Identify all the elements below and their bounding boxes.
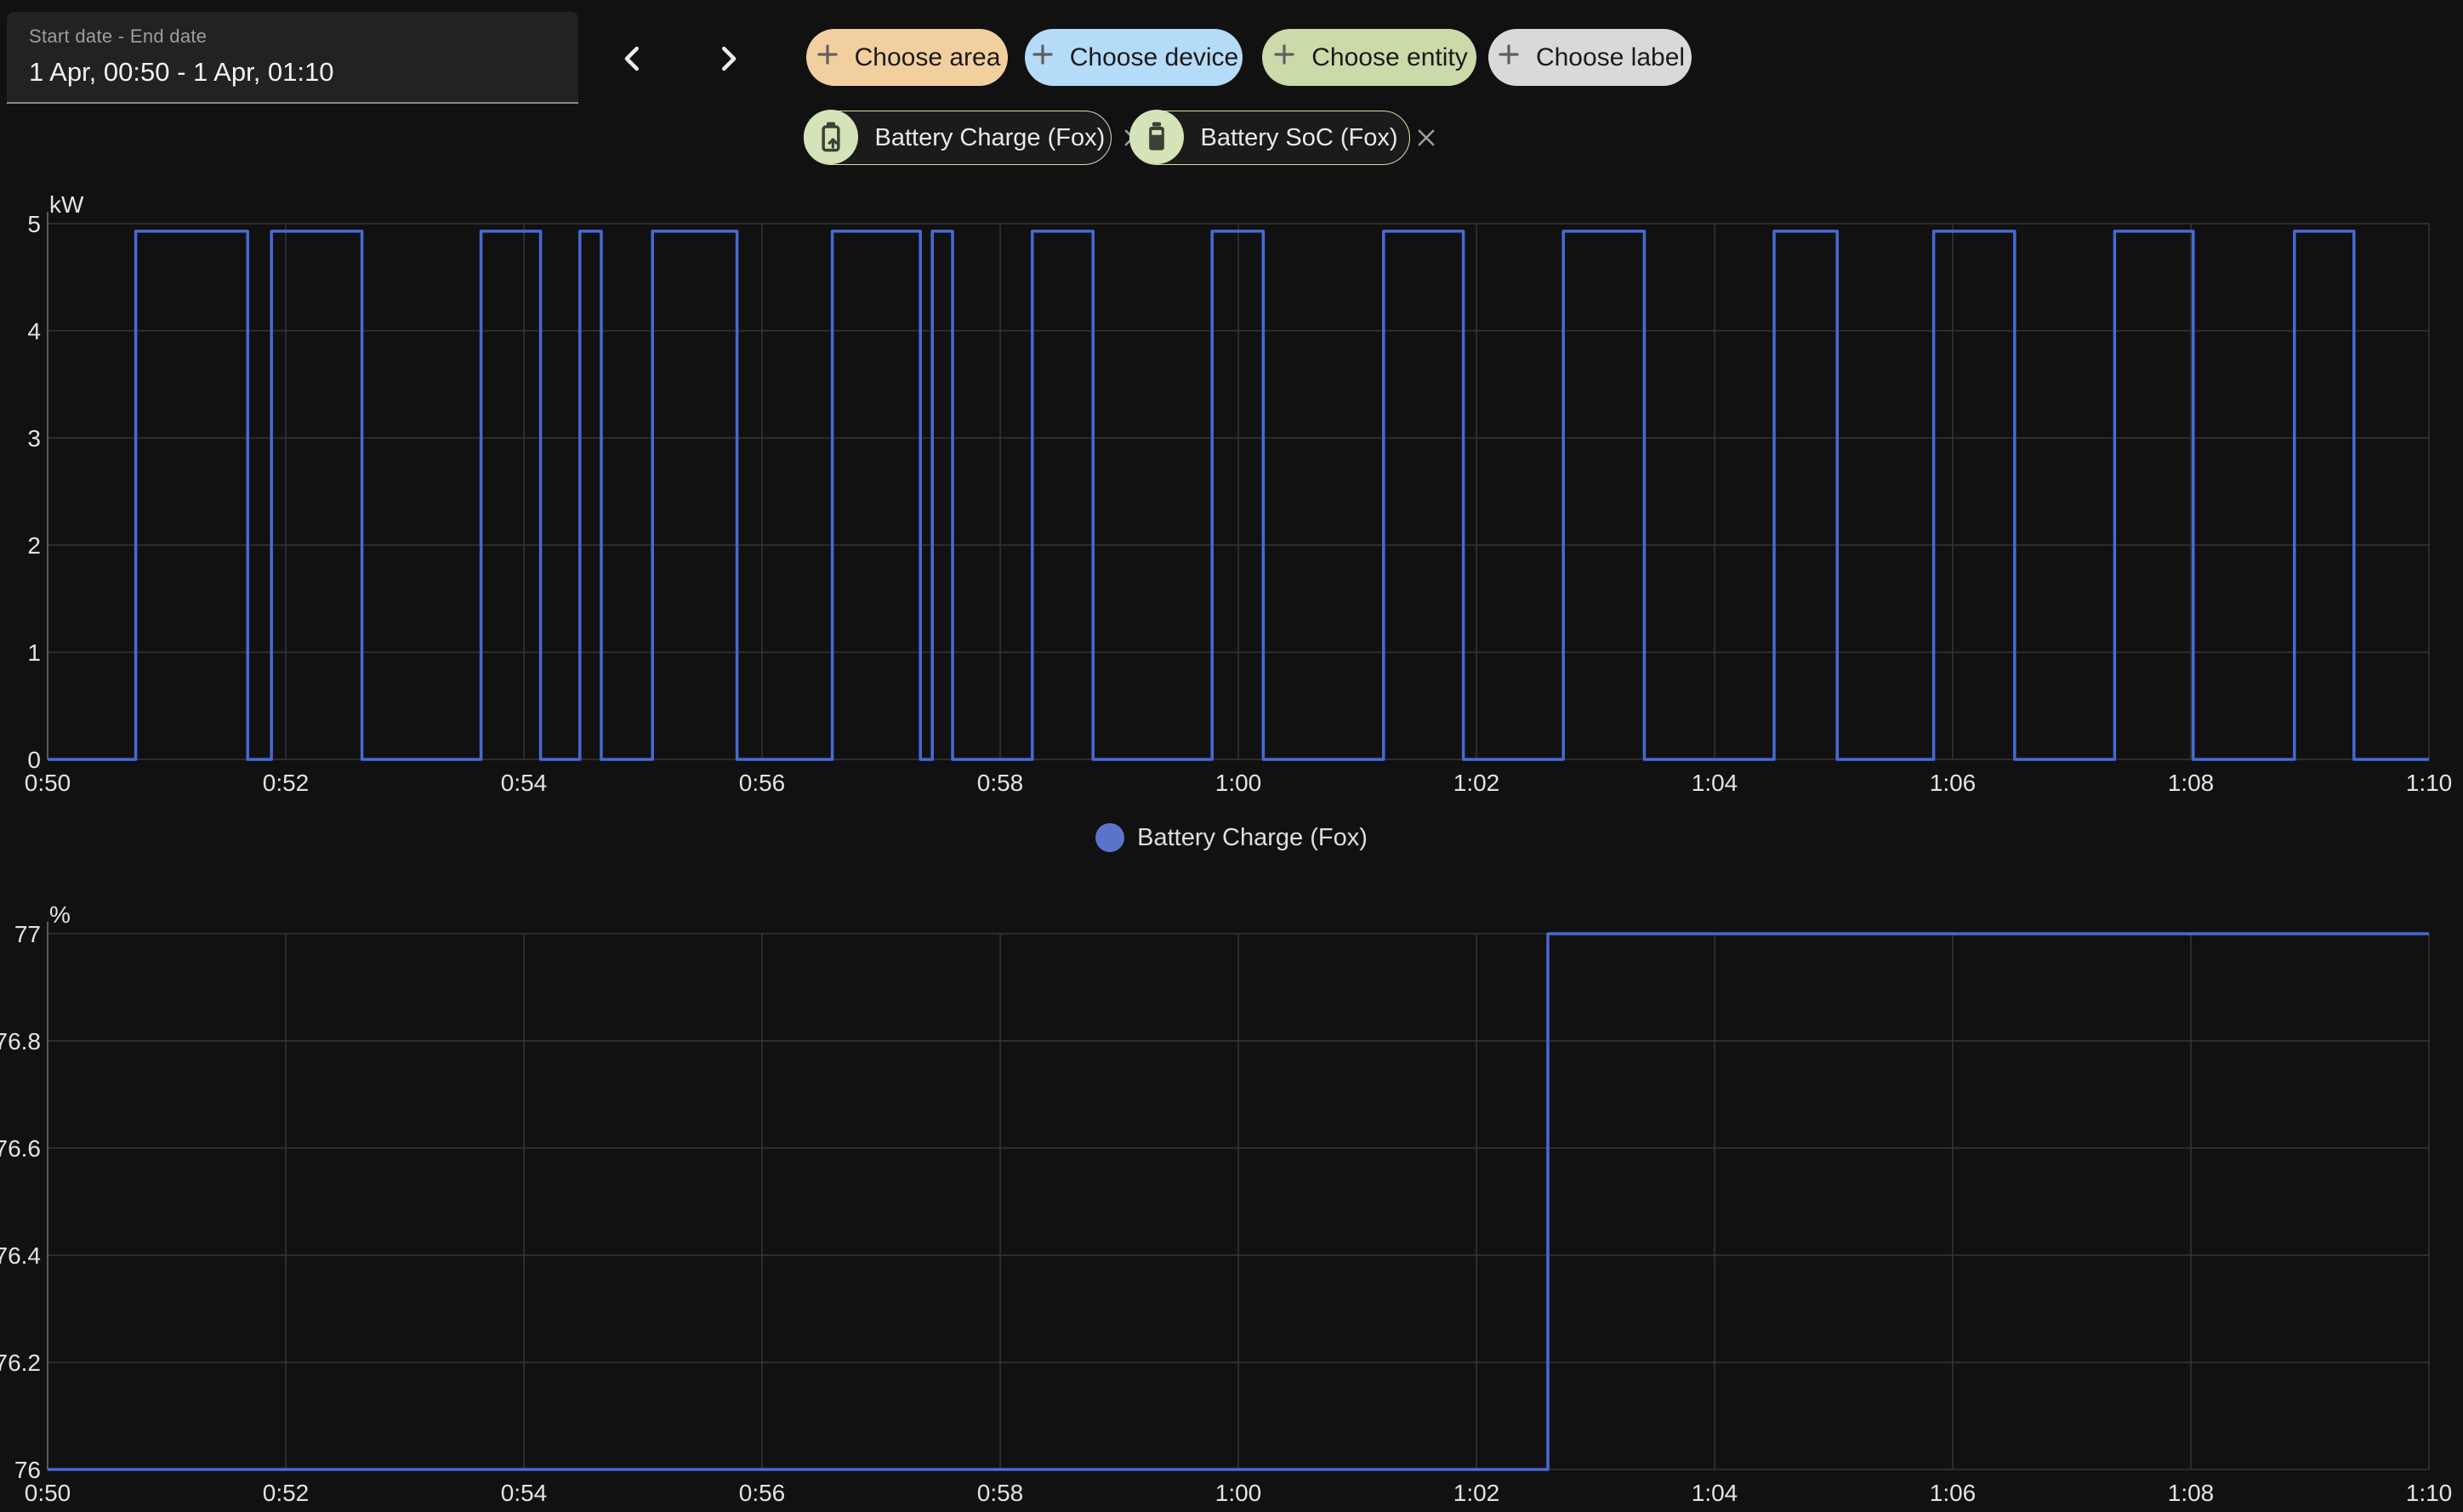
svg-text:%: % xyxy=(49,901,71,928)
battery-soc-chart[interactable]: 7676.276.476.676.8770:500:520:540:560:58… xyxy=(0,884,2463,1512)
entity-chip-battery-soc[interactable]: Battery SoC (Fox) xyxy=(1129,111,1410,165)
svg-text:1:04: 1:04 xyxy=(1692,770,1738,796)
svg-text:0:58: 0:58 xyxy=(977,1480,1024,1506)
prev-period-button[interactable] xyxy=(606,32,660,87)
choose-label-label: Choose label xyxy=(1536,43,1685,72)
svg-text:1:02: 1:02 xyxy=(1453,770,1500,796)
battery-charge-chart[interactable]: 0123450:500:520:540:560:581:001:021:041:… xyxy=(0,174,2463,808)
next-period-button[interactable] xyxy=(701,32,755,87)
battery-icon xyxy=(1129,110,1184,164)
svg-text:76.8: 76.8 xyxy=(0,1028,41,1054)
svg-text:76.2: 76.2 xyxy=(0,1350,41,1376)
date-range-field[interactable]: Start date - End date 1 Apr, 00:50 - 1 A… xyxy=(7,12,578,104)
legend-label: Battery Charge (Fox) xyxy=(1137,824,1368,852)
svg-text:1:06: 1:06 xyxy=(1930,1480,1977,1506)
svg-text:0:54: 0:54 xyxy=(501,770,548,796)
svg-text:2: 2 xyxy=(27,532,41,559)
svg-text:0:56: 0:56 xyxy=(739,770,786,796)
chevron-right-icon xyxy=(712,43,744,77)
svg-text:0:50: 0:50 xyxy=(25,770,71,796)
svg-text:5: 5 xyxy=(27,211,41,237)
svg-text:1:02: 1:02 xyxy=(1453,1480,1500,1506)
svg-text:0:52: 0:52 xyxy=(263,770,310,796)
date-range-value: 1 Apr, 00:50 - 1 Apr, 01:10 xyxy=(29,57,578,88)
plus-icon xyxy=(1495,41,1522,75)
svg-text:1:06: 1:06 xyxy=(1930,770,1977,796)
svg-text:0:56: 0:56 xyxy=(739,1480,786,1506)
svg-text:0:52: 0:52 xyxy=(263,1480,310,1506)
svg-text:1:04: 1:04 xyxy=(1692,1480,1738,1506)
entity-chip-label: Battery SoC (Fox) xyxy=(1201,124,1398,152)
chart-legend[interactable]: Battery Charge (Fox) xyxy=(0,816,2463,859)
svg-text:1:10: 1:10 xyxy=(2406,1480,2453,1506)
chevron-left-icon xyxy=(617,43,649,77)
svg-text:76.6: 76.6 xyxy=(0,1135,41,1162)
svg-text:1:10: 1:10 xyxy=(2406,770,2453,796)
choose-entity-label: Choose entity xyxy=(1311,43,1467,72)
choose-area-chip[interactable]: Choose area xyxy=(806,29,1008,86)
svg-text:77: 77 xyxy=(14,921,41,947)
legend-dot xyxy=(1095,823,1124,852)
svg-text:1:08: 1:08 xyxy=(2168,770,2215,796)
svg-text:1:08: 1:08 xyxy=(2168,1480,2215,1506)
svg-text:0:50: 0:50 xyxy=(25,1480,71,1506)
entity-chip-battery-charge[interactable]: Battery Charge (Fox) xyxy=(804,111,1112,165)
choose-entity-chip[interactable]: Choose entity xyxy=(1262,29,1476,86)
plus-icon xyxy=(1271,41,1298,75)
choose-device-label: Choose device xyxy=(1070,43,1238,72)
close-icon[interactable] xyxy=(1414,125,1439,151)
svg-text:76.4: 76.4 xyxy=(0,1242,41,1269)
svg-text:4: 4 xyxy=(27,318,41,344)
svg-text:3: 3 xyxy=(27,425,41,452)
svg-text:1:00: 1:00 xyxy=(1215,770,1262,796)
svg-text:0:54: 0:54 xyxy=(501,1480,548,1506)
svg-text:1: 1 xyxy=(27,639,41,666)
choose-label-chip[interactable]: Choose label xyxy=(1488,29,1692,86)
svg-text:0:58: 0:58 xyxy=(977,770,1024,796)
plus-icon xyxy=(1029,41,1056,75)
date-range-label: Start date - End date xyxy=(29,26,578,48)
choose-device-chip[interactable]: Choose device xyxy=(1025,29,1243,86)
plus-icon xyxy=(814,41,841,75)
svg-text:kW: kW xyxy=(49,191,84,218)
entity-chip-label: Battery Charge (Fox) xyxy=(875,124,1106,152)
svg-text:1:00: 1:00 xyxy=(1215,1480,1262,1506)
choose-area-label: Choose area xyxy=(855,43,1001,72)
battery-charging-icon xyxy=(804,110,858,164)
